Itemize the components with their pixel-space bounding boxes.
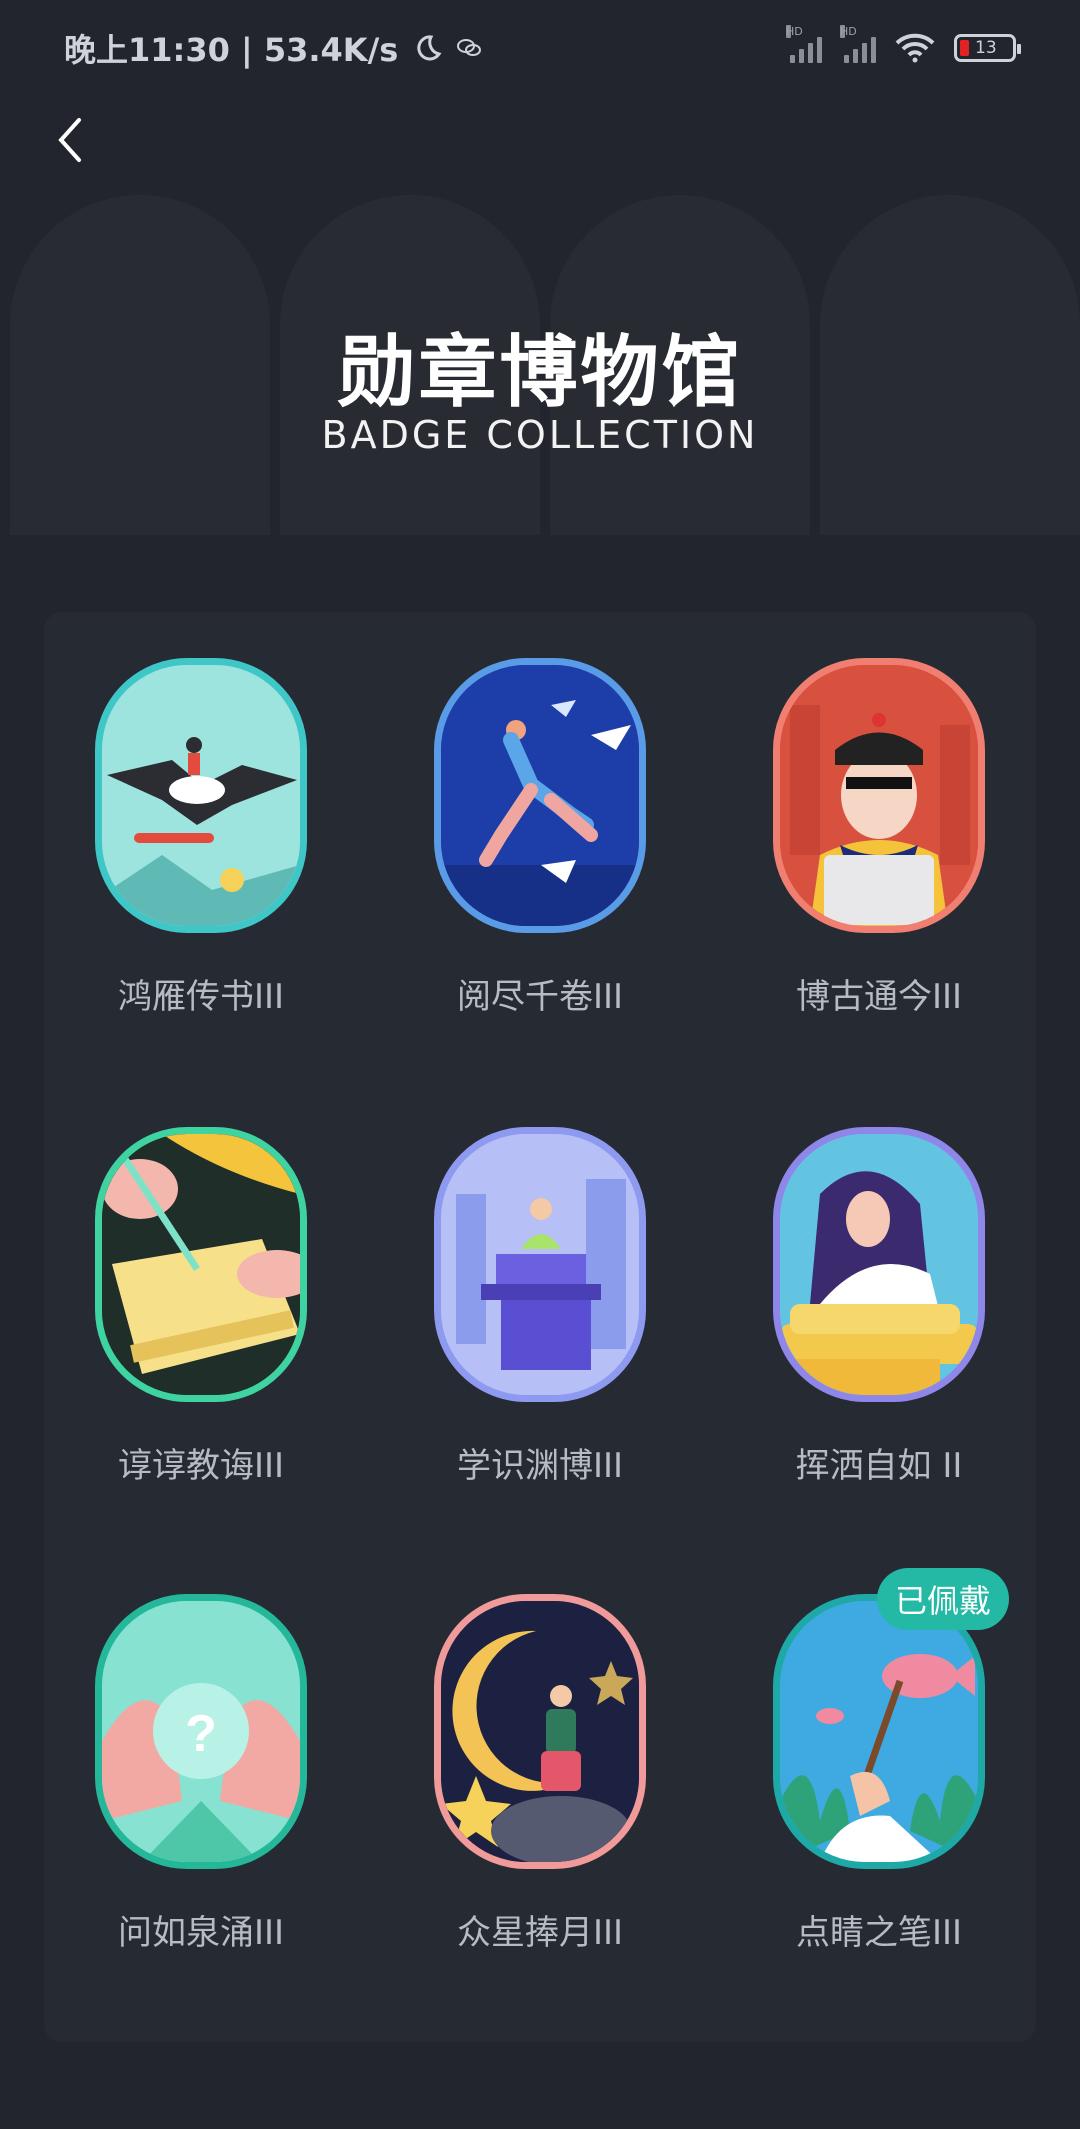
badge-image bbox=[95, 658, 307, 933]
badge-name: 鸿雁传书III bbox=[117, 977, 285, 1017]
wifi-icon bbox=[894, 33, 936, 63]
badge-name: 博古通今III bbox=[795, 977, 963, 1017]
badge-image bbox=[773, 1127, 985, 1402]
badge-name: 谆谆教诲III bbox=[117, 1446, 285, 1486]
badge-yuejin[interactable]: 阅尽千卷III bbox=[390, 658, 690, 1018]
svg-text:?: ? bbox=[185, 1705, 217, 1763]
badge-image: ? bbox=[95, 1594, 307, 1869]
badge-huisa[interactable]: 挥洒自如 II bbox=[729, 1127, 1029, 1487]
chat-icon bbox=[456, 37, 482, 59]
chevron-left-icon bbox=[58, 118, 81, 162]
battery-level: 13 bbox=[975, 38, 997, 58]
badge-bogu[interactable]: 博古通今III bbox=[729, 658, 1029, 1018]
badge-name: 问如泉涌III bbox=[117, 1913, 285, 1953]
badge-name: 点睛之笔III bbox=[795, 1913, 963, 1953]
badge-image bbox=[434, 1127, 646, 1402]
signal-hd-icon: HD bbox=[786, 25, 822, 63]
badge-image bbox=[434, 658, 646, 933]
badge-dianjing[interactable]: 已佩戴 点睛之笔III bbox=[729, 1568, 1029, 1954]
badge-image bbox=[773, 658, 985, 933]
badge-image bbox=[95, 1127, 307, 1402]
signal-hd-icon: HD bbox=[840, 25, 876, 63]
badge-name: 学识渊博III bbox=[456, 1446, 624, 1486]
badge-zhunzhun[interactable]: 谆谆教诲III bbox=[51, 1127, 351, 1487]
badge-wenru[interactable]: ? 问如泉涌III bbox=[51, 1594, 351, 1954]
status-bar: 晚上11:30 | 53.4K/s HD HD 13 bbox=[0, 0, 1080, 96]
back-button[interactable] bbox=[40, 110, 100, 170]
badge-name: 众星捧月III bbox=[456, 1913, 624, 1953]
badge-zhongxing[interactable]: 众星捧月III bbox=[390, 1594, 690, 1954]
battery-icon: 13 bbox=[954, 34, 1021, 62]
worn-badge-tag: 已佩戴 bbox=[876, 1568, 1009, 1630]
badge-xueshi[interactable]: 学识渊博III bbox=[390, 1127, 690, 1487]
badge-name: 挥洒自如 II bbox=[795, 1446, 963, 1486]
page-subtitle: BADGE COLLECTION bbox=[321, 413, 759, 457]
page-title: 勋章博物馆 bbox=[337, 328, 743, 418]
badge-image bbox=[434, 1594, 646, 1869]
badge-name: 阅尽千卷III bbox=[456, 977, 624, 1017]
badge-image bbox=[773, 1594, 985, 1869]
status-time: 晚上11:30 | 53.4K/s bbox=[64, 31, 399, 69]
moon-icon bbox=[412, 33, 442, 63]
badge-hongyan[interactable]: 鸿雁传书III bbox=[51, 658, 351, 1018]
